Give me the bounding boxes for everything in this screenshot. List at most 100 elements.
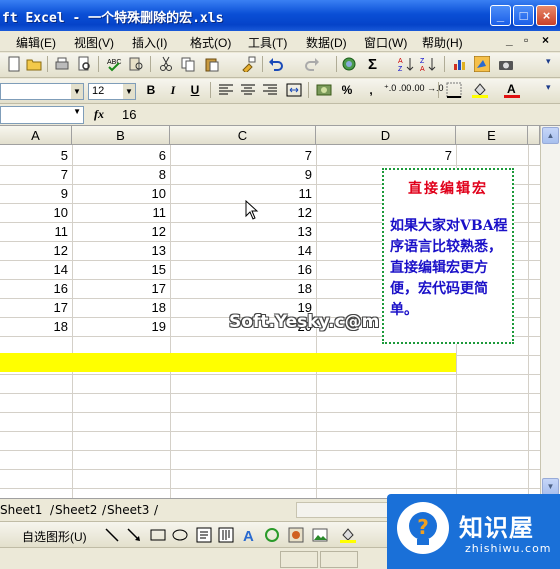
percent-button[interactable]: % (338, 81, 356, 99)
column-header-c[interactable]: C (170, 126, 316, 145)
text-box-icon[interactable] (196, 527, 212, 543)
worksheet-grid[interactable]: A B C D E 5 6 7 7 7 8 9 9 10 11 10 11 12… (0, 126, 540, 498)
doc-restore-icon[interactable]: ▫ (524, 33, 528, 47)
cell-a8[interactable]: 16 (0, 279, 72, 298)
merge-center-icon[interactable] (286, 82, 302, 98)
sort-ascending-icon[interactable]: AZ (398, 56, 414, 72)
fill-color-icon[interactable] (472, 82, 488, 98)
menu-insert[interactable]: 插入(I) (132, 34, 167, 51)
borders-icon[interactable] (446, 82, 462, 98)
toolbar-options-icon[interactable]: ▾ (546, 82, 558, 102)
cell-a1[interactable]: 5 (0, 146, 72, 165)
cell-c4[interactable]: 12 (170, 203, 316, 222)
column-header-b[interactable]: B (72, 126, 170, 145)
cell-c7[interactable]: 16 (170, 260, 316, 279)
scroll-down-icon[interactable]: ▼ (542, 478, 559, 495)
align-center-icon[interactable] (240, 82, 256, 98)
sheet-tab-1[interactable]: Sheet1 (0, 502, 42, 518)
increase-decimal-icon[interactable]: ⁺.0 .00 (384, 83, 411, 94)
cell-a3[interactable]: 9 (0, 184, 72, 203)
new-icon[interactable] (6, 56, 22, 72)
menu-data[interactable]: 数据(D) (306, 34, 347, 51)
sort-descending-icon[interactable]: ZA (420, 56, 436, 72)
underline-button[interactable]: U (186, 81, 204, 99)
cell-b3[interactable]: 10 (72, 184, 170, 203)
oval-icon[interactable] (172, 527, 188, 543)
cell-b2[interactable]: 8 (72, 165, 170, 184)
cut-icon[interactable] (158, 56, 174, 72)
clip-art-icon[interactable] (288, 527, 304, 543)
cell-b9[interactable]: 18 (72, 298, 170, 317)
cell-a9[interactable]: 17 (0, 298, 72, 317)
cell-d1[interactable]: 7 (316, 146, 456, 165)
menu-view[interactable]: 视图(V) (74, 34, 114, 51)
column-header-d[interactable]: D (316, 126, 456, 145)
cell-b8[interactable]: 17 (72, 279, 170, 298)
insert-function-icon[interactable]: fx (94, 107, 104, 122)
column-header-e[interactable]: E (456, 126, 528, 145)
paste-icon[interactable] (204, 56, 220, 72)
cell-b4[interactable]: 11 (72, 203, 170, 222)
doc-close-icon[interactable]: × (542, 33, 549, 47)
cell-a2[interactable]: 7 (0, 165, 72, 184)
cell-a10[interactable]: 18 (0, 317, 72, 336)
vertical-scrollbar[interactable]: ▲ ▼ (540, 126, 560, 498)
minimize-button[interactable]: _ (490, 5, 511, 26)
hyperlink-icon[interactable] (342, 56, 358, 72)
picture-icon[interactable] (312, 527, 328, 543)
font-color-icon[interactable]: A (504, 82, 520, 98)
print-icon[interactable] (54, 56, 70, 72)
sheet-tab-2[interactable]: Sheet2 (55, 502, 97, 518)
cell-c3[interactable]: 11 (170, 184, 316, 203)
copy-icon[interactable] (180, 56, 196, 72)
research-icon[interactable] (128, 56, 144, 72)
menu-format[interactable]: 格式(O) (190, 34, 231, 51)
bold-button[interactable]: B (142, 81, 160, 99)
cell-b1[interactable]: 6 (72, 146, 170, 165)
cell-b10[interactable]: 19 (72, 317, 170, 336)
undo-icon[interactable] (268, 56, 284, 72)
menu-edit[interactable]: 编辑(E) (16, 34, 56, 51)
currency-icon[interactable] (316, 82, 332, 98)
cell-a7[interactable]: 14 (0, 260, 72, 279)
cell-c6[interactable]: 14 (170, 241, 316, 260)
arrow-icon[interactable] (126, 527, 142, 543)
menu-tools[interactable]: 工具(T) (248, 34, 287, 51)
close-button[interactable]: × (536, 5, 557, 26)
line-icon[interactable] (104, 527, 120, 543)
menu-help[interactable]: 帮助(H) (422, 34, 463, 51)
drawing-icon[interactable] (474, 56, 490, 72)
cell-c1[interactable]: 7 (170, 146, 316, 165)
diagram-icon[interactable] (264, 527, 280, 543)
menu-window[interactable]: 窗口(W) (364, 34, 407, 51)
font-size-dropdown[interactable]: 12 ▼ (88, 83, 136, 100)
spelling-icon[interactable]: ABC (106, 56, 122, 72)
camera-icon[interactable] (498, 56, 514, 72)
annotation-text-box[interactable]: 直接编辑宏 如果大家对VBA程序语言比较熟悉，直接编辑宏更方便，宏代码更简单。 (382, 168, 514, 344)
cell-a6[interactable]: 12 (0, 241, 72, 260)
italic-button[interactable]: I (164, 81, 182, 99)
redo-icon[interactable] (304, 56, 320, 72)
cell-c5[interactable]: 13 (170, 222, 316, 241)
align-left-icon[interactable] (218, 82, 234, 98)
cell-a4[interactable]: 10 (0, 203, 72, 222)
open-icon[interactable] (26, 56, 42, 72)
wordart-icon[interactable]: A (242, 527, 258, 543)
autoshapes-menu[interactable]: 自选图形(U) (22, 528, 87, 545)
cell-a5[interactable]: 11 (0, 222, 72, 241)
rectangle-icon[interactable] (150, 527, 166, 543)
name-box[interactable]: ▼ (0, 106, 84, 124)
comma-style-button[interactable]: , (362, 81, 380, 99)
cell-c2[interactable]: 9 (170, 165, 316, 184)
column-header-a[interactable]: A (0, 126, 72, 145)
cell-c8[interactable]: 18 (170, 279, 316, 298)
print-preview-icon[interactable] (76, 56, 92, 72)
cell-b5[interactable]: 12 (72, 222, 170, 241)
sheet-tab-3[interactable]: Sheet3 (107, 502, 149, 518)
font-name-dropdown[interactable]: ▼ (0, 83, 84, 100)
scroll-up-icon[interactable]: ▲ (542, 127, 559, 144)
formula-input[interactable]: 16 (122, 107, 136, 122)
autosum-icon[interactable]: Σ (368, 56, 377, 73)
cell-b7[interactable]: 15 (72, 260, 170, 279)
fill-color-icon[interactable] (340, 527, 356, 543)
